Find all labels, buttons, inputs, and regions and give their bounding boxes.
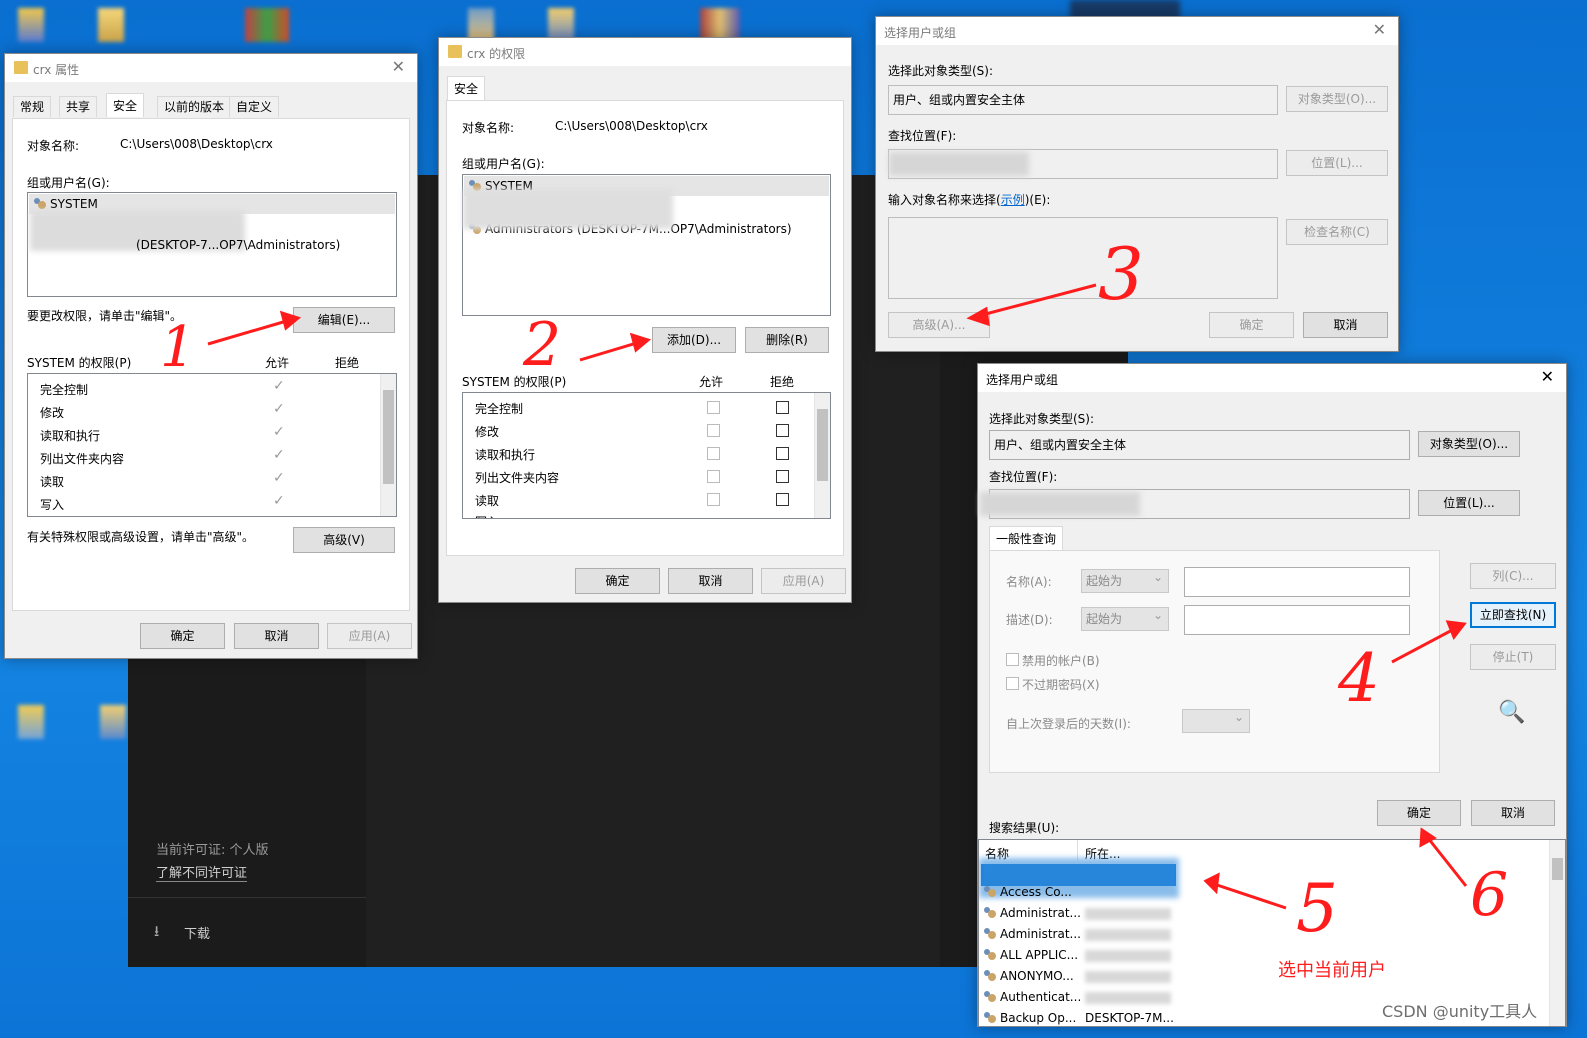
annotation-number: 6 bbox=[1470, 860, 1509, 930]
watermark: CSDN @unity工具人 bbox=[1382, 1002, 1538, 1021]
annotation-number: 1 bbox=[160, 315, 196, 380]
annotation-number: 3 bbox=[1098, 232, 1144, 316]
annotation-number: 5 bbox=[1296, 870, 1338, 947]
arrowhead-5 bbox=[1203, 872, 1220, 895]
arrow-2 bbox=[579, 340, 641, 362]
annotation-text: 选中当前用户 bbox=[1278, 960, 1386, 981]
arrowhead-4 bbox=[1445, 620, 1467, 641]
annotation-number: 2 bbox=[523, 310, 562, 380]
arrow-6 bbox=[1426, 837, 1468, 887]
arrowhead-1 bbox=[279, 310, 302, 331]
arrow-5 bbox=[1213, 882, 1287, 910]
annotation-arrows bbox=[207, 283, 1468, 910]
arrow-3 bbox=[977, 283, 1097, 318]
arrowhead-3 bbox=[966, 306, 990, 327]
arrowhead-2 bbox=[629, 332, 652, 353]
arrow-4 bbox=[1391, 626, 1457, 664]
arrow-1 bbox=[207, 318, 291, 346]
annotation-number: 4 bbox=[1338, 640, 1380, 717]
